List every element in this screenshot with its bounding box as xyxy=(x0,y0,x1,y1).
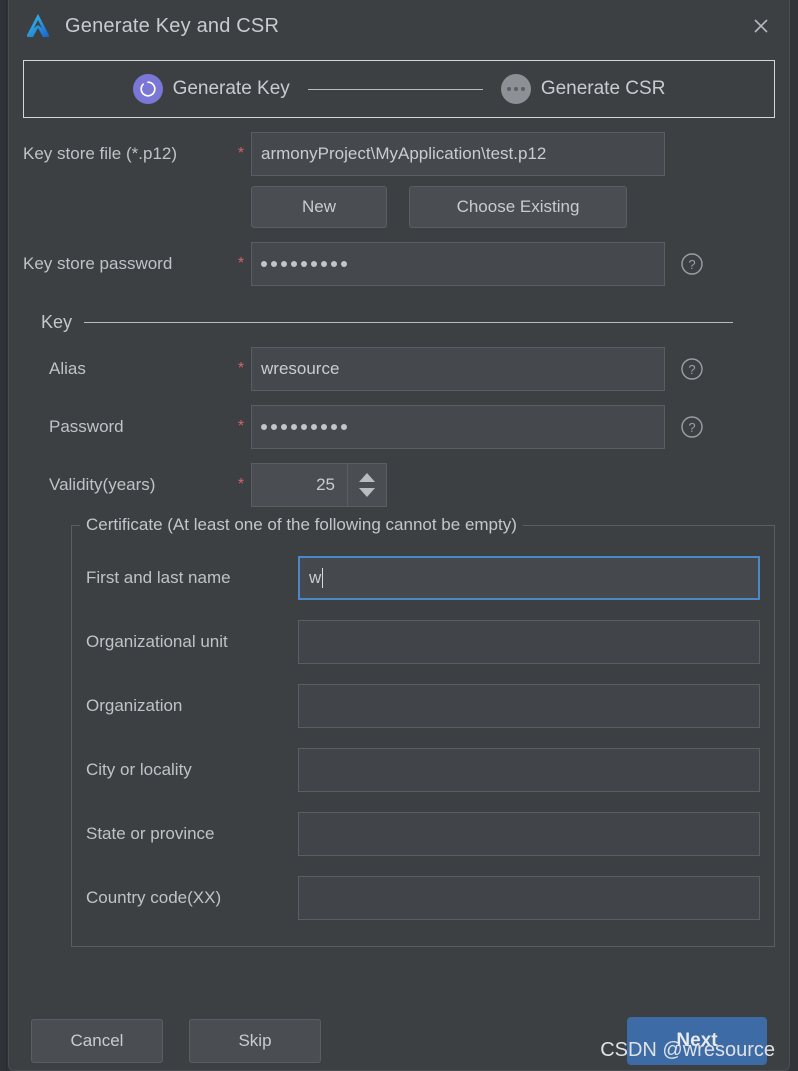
key-password-label: Password xyxy=(49,417,124,436)
step-active-ring-icon xyxy=(132,74,163,104)
cancel-button[interactable]: Cancel xyxy=(31,1019,163,1063)
step-pending-dots-icon xyxy=(500,74,531,104)
svg-text:?: ? xyxy=(688,362,695,377)
dialog-title: Generate Key and CSR xyxy=(65,14,280,37)
validity-value[interactable]: 25 xyxy=(252,464,347,506)
keystore-file-label: Key store file (*.p12) xyxy=(23,144,178,163)
keystore-password-required-marker: * xyxy=(237,255,245,272)
stepper-connector xyxy=(307,88,483,90)
cert-first-last-name-value: w xyxy=(309,568,322,587)
cert-first-last-name-input[interactable]: w xyxy=(298,556,760,600)
key-password-required-marker: * xyxy=(237,418,245,435)
cert-organizational-unit-label: Organizational unit xyxy=(86,632,228,651)
cert-country-row: Country code(XX) xyxy=(86,866,760,930)
alias-row: Alias * wresource ? xyxy=(23,347,775,391)
wizard-stepper: Generate Key Generate CSR xyxy=(23,60,775,118)
text-cursor xyxy=(322,568,324,588)
validity-row: Validity(years) * 25 xyxy=(23,463,775,507)
background-window-edge xyxy=(6,0,7,1071)
alias-label: Alias xyxy=(49,359,86,378)
keystore-file-required-marker: * xyxy=(237,145,245,162)
step-label-generate-key: Generate Key xyxy=(172,78,290,99)
cert-country-label: Country code(XX) xyxy=(86,888,222,907)
form-area: Key store file (*.p12) * armonyProject\M… xyxy=(9,132,789,507)
step-label-generate-csr: Generate CSR xyxy=(540,78,666,99)
key-password-input[interactable] xyxy=(251,405,665,449)
deveco-logo-icon xyxy=(23,11,53,41)
validity-stepper[interactable]: 25 xyxy=(251,463,387,507)
step-generate-csr[interactable]: Generate CSR xyxy=(500,74,666,104)
certificate-group-legend: Certificate (At least one of the followi… xyxy=(80,515,523,535)
key-group-separator xyxy=(84,322,733,323)
cert-organizational-unit-row: Organizational unit xyxy=(86,610,760,674)
step-generate-key[interactable]: Generate Key xyxy=(132,74,290,104)
close-icon[interactable] xyxy=(743,8,779,44)
cert-state-row: State or province xyxy=(86,802,760,866)
certificate-group: Certificate (At least one of the followi… xyxy=(71,515,775,947)
svg-text:?: ? xyxy=(688,420,695,435)
skip-button[interactable]: Skip xyxy=(189,1019,321,1063)
key-password-row: Password * ? xyxy=(23,405,775,449)
key-password-help-icon[interactable]: ? xyxy=(679,414,705,440)
choose-existing-button[interactable]: Choose Existing xyxy=(409,186,627,228)
spinner-up-arrow-icon[interactable] xyxy=(359,473,375,482)
cert-organizational-unit-input[interactable] xyxy=(298,620,760,664)
spinner-down-arrow-icon[interactable] xyxy=(359,488,375,497)
new-keystore-button[interactable]: New xyxy=(251,186,387,228)
cert-country-input[interactable] xyxy=(298,876,760,920)
keystore-password-row: Key store password * ? xyxy=(23,242,775,286)
validity-label: Validity(years) xyxy=(49,475,156,494)
screen: Generate Key and CSR Generate Key Genera… xyxy=(0,0,798,1071)
keystore-password-input[interactable] xyxy=(251,242,665,286)
alias-help-icon[interactable]: ? xyxy=(679,356,705,382)
cert-city-label: City or locality xyxy=(86,760,192,779)
cert-organization-row: Organization xyxy=(86,674,760,738)
password-mask-dots xyxy=(261,261,347,267)
svg-text:?: ? xyxy=(688,257,695,272)
cert-state-label: State or province xyxy=(86,824,215,843)
dialog-titlebar: Generate Key and CSR xyxy=(9,0,789,52)
next-button[interactable]: Next xyxy=(627,1017,767,1065)
keystore-file-input[interactable]: armonyProject\MyApplication\test.p12 xyxy=(251,132,665,176)
alias-input[interactable]: wresource xyxy=(251,347,665,391)
validity-spinner-arrows[interactable] xyxy=(347,464,386,506)
cert-organization-input[interactable] xyxy=(298,684,760,728)
validity-required-marker: * xyxy=(237,476,245,493)
key-group-title: Key xyxy=(41,312,73,332)
keystore-password-help-icon[interactable]: ? xyxy=(679,251,705,277)
cert-city-input[interactable] xyxy=(298,748,760,792)
key-group-header: Key xyxy=(23,312,775,333)
cert-state-input[interactable] xyxy=(298,812,760,856)
cert-first-last-name-row: First and last name w xyxy=(86,546,760,610)
key-password-mask-dots xyxy=(261,424,347,430)
cert-first-last-name-label: First and last name xyxy=(86,568,231,587)
keystore-file-buttons: New Choose Existing xyxy=(23,186,775,228)
keystore-password-label: Key store password xyxy=(23,254,173,273)
generate-key-and-csr-dialog: Generate Key and CSR Generate Key Genera… xyxy=(8,0,790,1071)
alias-required-marker: * xyxy=(237,360,245,377)
cert-organization-label: Organization xyxy=(86,696,183,715)
dialog-footer: Cancel Skip Next xyxy=(9,1012,789,1070)
keystore-file-row: Key store file (*.p12) * armonyProject\M… xyxy=(23,132,775,176)
cert-city-row: City or locality xyxy=(86,738,760,802)
